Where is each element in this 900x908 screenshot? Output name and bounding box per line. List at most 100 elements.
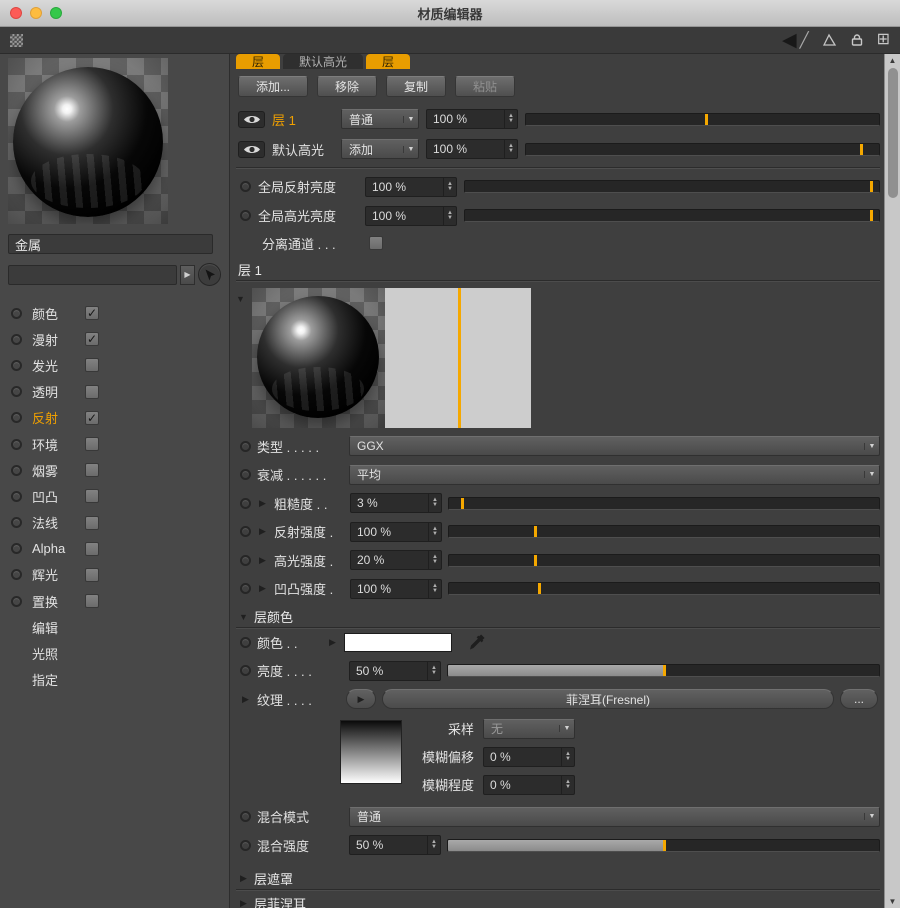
channel-row-glow[interactable]: 辉光 <box>0 562 229 588</box>
spinner-arrows[interactable]: ▲▼ <box>428 523 441 541</box>
spin-down-icon[interactable]: ▼ <box>432 503 438 508</box>
expand-icon[interactable]: ▶ <box>257 526 268 537</box>
texture-shader-button[interactable]: 菲涅耳(Fresnel) <box>382 689 834 709</box>
channel-checkbox[interactable] <box>85 489 99 503</box>
global-specular-slider[interactable] <box>464 209 880 222</box>
layer1-section-header[interactable]: 层 1 <box>236 259 880 281</box>
spin-down-icon[interactable]: ▼ <box>431 671 437 676</box>
layer-name[interactable]: 层 1 <box>272 110 334 129</box>
sampling-dropdown[interactable]: 无▼ <box>483 719 575 739</box>
layer-strength-field[interactable]: 100 %▲▼ <box>426 109 518 129</box>
spinner-arrows[interactable]: ▲▼ <box>428 580 441 598</box>
channel-row-alpha[interactable]: Alpha <box>0 536 229 562</box>
channel-row-displacement[interactable]: 置换 <box>0 588 229 614</box>
spin-down-icon[interactable]: ▼ <box>432 560 438 565</box>
paste-layer-button[interactable]: 粘贴 <box>455 76 515 97</box>
param-radio[interactable] <box>240 665 251 676</box>
layer-fresnel-section-header[interactable]: ▶ 层菲涅耳 <box>236 893 880 908</box>
texture-arrow-button[interactable]: ▶ <box>346 689 376 709</box>
channel-checkbox[interactable] <box>85 385 99 399</box>
layer-strength-slider[interactable] <box>525 143 880 156</box>
channel-checkbox[interactable] <box>85 568 99 582</box>
expand-icon[interactable]: ▶ <box>240 694 251 705</box>
param-radio[interactable] <box>240 210 251 221</box>
spinner-arrows[interactable]: ▲▼ <box>504 110 517 128</box>
spinner-arrows[interactable]: ▲▼ <box>428 551 441 569</box>
layer-name[interactable]: 默认高光 <box>272 140 334 159</box>
layer-mask-section-header[interactable]: ▶ 层遮罩 <box>236 868 880 890</box>
channel-checkbox[interactable] <box>85 463 99 477</box>
channel-row-fog[interactable]: 烟雾 <box>0 457 229 483</box>
layer-visibility-toggle[interactable] <box>238 141 265 158</box>
spinner-arrows[interactable]: ▲▼ <box>561 748 574 766</box>
tab-default-specular[interactable]: 默认高光 <box>283 54 363 69</box>
layer-blend-dropdown[interactable]: 普通▼ <box>341 109 419 129</box>
color-swatch[interactable] <box>344 633 452 652</box>
channel-checkbox[interactable]: ✓ <box>85 306 99 320</box>
left-item-assign[interactable]: 指定 <box>0 667 229 693</box>
scrollbar[interactable]: ▲ ▼ <box>884 54 900 908</box>
add-layer-button[interactable]: 添加... <box>238 76 308 97</box>
tab-layers[interactable]: 层 <box>236 54 280 69</box>
param-radio[interactable] <box>240 840 251 851</box>
mix-strength-field[interactable]: 50 %▲▼ <box>349 835 441 855</box>
channel-checkbox[interactable] <box>85 542 99 556</box>
param-radio[interactable] <box>240 498 251 509</box>
channel-row-color[interactable]: 颜色✓ <box>0 300 229 326</box>
spin-down-icon[interactable]: ▼ <box>432 589 438 594</box>
spin-down-icon[interactable]: ▼ <box>447 216 453 221</box>
spinner-arrows[interactable]: ▲▼ <box>561 776 574 794</box>
param-radio[interactable] <box>240 181 251 192</box>
expand-icon[interactable]: ▶ <box>257 498 268 509</box>
channel-row-luminance[interactable]: 发光 <box>0 352 229 378</box>
blur-scale-field[interactable]: 0 %▲▼ <box>483 775 575 795</box>
spinner-arrows[interactable]: ▲▼ <box>427 836 440 854</box>
param-radio[interactable] <box>240 555 251 566</box>
param-radio[interactable] <box>240 811 251 822</box>
layer-color-section-header[interactable]: ▼ 层颜色 <box>236 606 880 628</box>
polyline-icon[interactable] <box>822 33 837 47</box>
tab-layer[interactable]: 层 <box>366 54 410 69</box>
layer-strength-field[interactable]: 100 %▲▼ <box>426 139 518 159</box>
spinner-arrows[interactable]: ▲▼ <box>428 494 441 512</box>
remove-layer-button[interactable]: 移除 <box>317 76 377 97</box>
channel-row-normal[interactable]: 法线 <box>0 510 229 536</box>
spinner-arrows[interactable]: ▲▼ <box>504 140 517 158</box>
texture-browse-button[interactable]: ... <box>840 689 878 709</box>
material-preview[interactable] <box>8 58 168 224</box>
minimize-button[interactable] <box>30 7 42 19</box>
mix-mode-dropdown[interactable]: 普通▼ <box>349 807 880 827</box>
global-reflection-slider[interactable] <box>464 180 880 193</box>
spin-down-icon[interactable]: ▼ <box>565 757 571 762</box>
param-radio[interactable] <box>240 526 251 537</box>
scroll-down-icon[interactable]: ▼ <box>889 895 897 908</box>
param-radio[interactable] <box>240 637 251 648</box>
channel-checkbox[interactable] <box>85 594 99 608</box>
channel-row-environment[interactable]: 环境 <box>0 431 229 457</box>
blur-offset-field[interactable]: 0 %▲▼ <box>483 747 575 767</box>
param-radio[interactable] <box>240 583 251 594</box>
brightness-slider[interactable] <box>447 664 880 677</box>
global-specular-field[interactable]: 100 %▲▼ <box>365 206 457 226</box>
channel-row-transparency[interactable]: 透明 <box>0 379 229 405</box>
layer-preview-graph[interactable] <box>385 288 531 428</box>
spinner-arrows[interactable]: ▲▼ <box>443 207 456 225</box>
separate-channels-checkbox[interactable] <box>369 236 383 250</box>
bump-strength-field[interactable]: 100 %▲▼ <box>350 579 442 599</box>
material-name-input[interactable]: 金属 <box>8 234 213 254</box>
zoom-button[interactable] <box>50 7 62 19</box>
scrollbar-thumb[interactable] <box>888 68 898 198</box>
channel-checkbox[interactable]: ✓ <box>85 411 99 425</box>
spin-down-icon[interactable]: ▼ <box>565 785 571 790</box>
close-button[interactable] <box>10 7 22 19</box>
search-input[interactable] <box>8 265 177 285</box>
left-item-illumination[interactable]: 光照 <box>0 640 229 666</box>
layer-strength-slider[interactable] <box>525 113 880 126</box>
mix-strength-slider[interactable] <box>447 839 880 852</box>
spinner-arrows[interactable]: ▲▼ <box>443 178 456 196</box>
layer-visibility-toggle[interactable] <box>238 111 265 128</box>
expand-icon[interactable]: ▶ <box>257 555 268 566</box>
reflection-strength-field[interactable]: 100 %▲▼ <box>350 522 442 542</box>
expand-icon[interactable]: ▶ <box>257 583 268 594</box>
gradient-preview[interactable] <box>340 720 402 784</box>
